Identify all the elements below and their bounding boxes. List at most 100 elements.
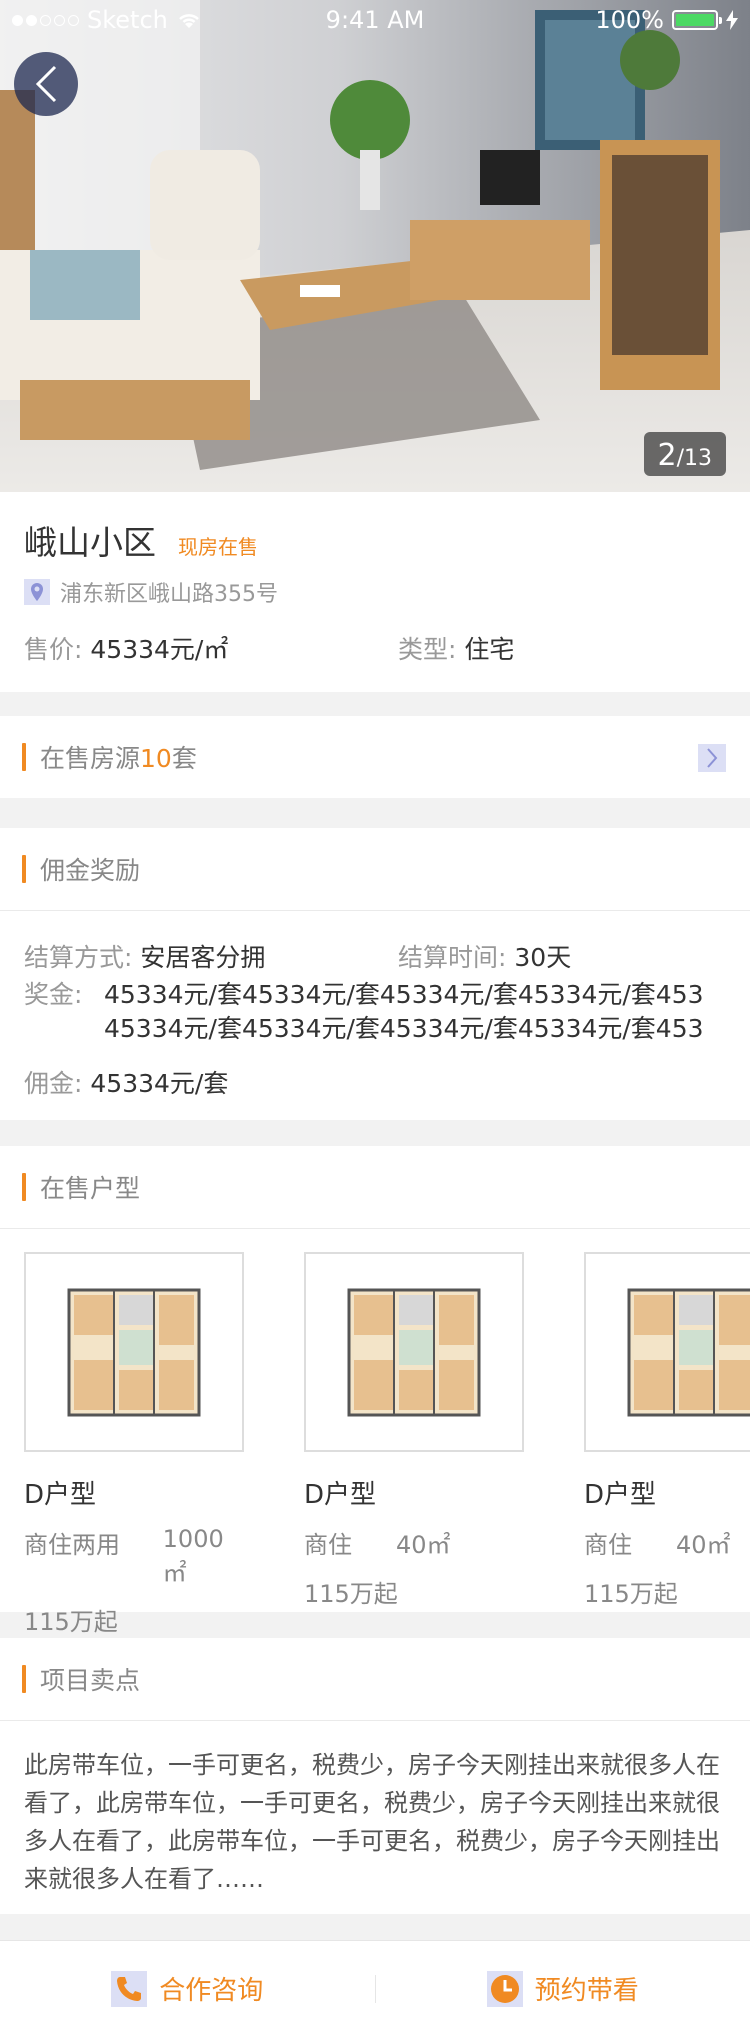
settle-time-value: 30天 [514,943,572,972]
settle-time-row: 结算时间: 30天 [398,938,571,974]
property-name: 峨山小区 [24,523,156,562]
property-address: 浦东新区峨山路355号 [60,582,278,607]
units-title: 在售户型 [40,1174,141,1203]
status-bar: Sketch 9:41 AM 100% [0,0,750,40]
bottom-action-bar: 合作咨询 预约带看 [0,1940,750,2036]
clock-icon [486,1970,523,2007]
carrier-name: Sketch [87,6,168,34]
settle-method-label: 结算方式: [24,943,133,972]
unit-area: 40㎡ [396,1531,451,1559]
living-room-photo [0,0,750,492]
price-value: 45334元/㎡ [90,635,229,664]
divider [0,1228,750,1229]
type-value: 住宅 [464,635,515,664]
bonus-line-2: 45334元/套45334元/套45334元/套45334元/套453 [104,1014,704,1043]
fee-row: 佣金: 45334元/套 [24,1064,228,1100]
appointment-label: 预约带看 [534,1976,639,2006]
unit-name: D户型 [304,1480,377,1510]
chevron-right-icon [707,748,718,768]
unit-area: 1000㎡ [162,1525,224,1587]
unit-price: 115万起 [584,1580,678,1608]
consult-label: 合作咨询 [159,1976,264,2006]
consult-button[interactable]: 合作咨询 [0,1970,375,2007]
price-label: 售价: [24,635,83,664]
unit-details: 商住两用 1000㎡ [24,1525,244,1588]
accent-bar [22,855,26,883]
floorplan-drawing [67,1288,201,1416]
onsale-header: 在售房源10套 [0,716,750,798]
type-label: 类型: [398,635,457,664]
divider [0,1720,750,1721]
address-row[interactable]: 浦东新区峨山路355号 [24,576,278,608]
settle-method-value: 安居客分拥 [140,943,266,972]
unit-price: 115万起 [24,1608,118,1636]
unit-card[interactable]: D户型 商住 40㎡ 115万起 [304,1252,524,1609]
status-left: Sketch [12,6,202,34]
bonus-row: 奖金: 45334元/套45334元/套45334元/套45334元/套453 … [24,978,750,1046]
unit-name: D户型 [24,1480,97,1510]
onsale-prefix: 在售房源 [40,744,141,773]
image-counter-total: /13 [676,446,712,471]
floorplan-drawing [347,1288,481,1416]
unit-details: 商住 40㎡ [304,1525,524,1560]
selling-points-title: 项目卖点 [40,1666,141,1695]
back-button[interactable] [14,52,78,116]
commission-title: 佣金奖励 [40,856,141,885]
commission-section: 佣金奖励 结算方式: 安居客分拥 结算时间: 30天 奖金: 45334元/套4… [0,828,750,1120]
floorplan-image [304,1252,524,1452]
bonus-line-1: 45334元/套45334元/套45334元/套45334元/套453 [104,980,704,1009]
hero-image[interactable] [0,0,750,492]
price-row: 售价: 45334元/㎡ [24,630,228,666]
onsale-arrow-button[interactable] [698,744,726,772]
unit-card[interactable]: D户型 商住两用 1000㎡ 115万起 [24,1252,244,1637]
settle-method-row: 结算方式: 安居客分拥 [24,938,265,974]
divider [0,910,750,911]
fee-label: 佣金: [24,1069,83,1098]
units-header: 在售户型 [0,1146,750,1228]
appointment-button[interactable]: 预约带看 [376,1970,750,2007]
sale-status-badge: 现房在售 [178,535,258,559]
unit-details: 商住 40㎡ [584,1525,750,1560]
status-right: 100% [595,6,738,34]
onsale-count: 10 [140,744,172,773]
battery-percent: 100% [595,6,664,34]
accent-bar [22,743,26,771]
onsale-title: 在售房源10套 [40,739,197,775]
property-detail-page: Sketch 9:41 AM 100% 2 /13 峨山小区 现房在售 浦东新区… [0,0,750,2036]
selling-points-section: 项目卖点 此房带车位，一手可更名，税费少，房子今天刚挂出来就很多人在看了，此房带… [0,1638,750,1914]
type-row: 类型: 住宅 [398,630,514,666]
fee-value: 45334元/套 [90,1069,229,1098]
charging-icon [726,10,738,30]
battery-icon [672,10,722,30]
unit-usage: 商住 [584,1531,632,1559]
settle-time-label: 结算时间: [398,943,507,972]
commission-header: 佣金奖励 [0,828,750,910]
floorplan-image [24,1252,244,1452]
phone-icon [111,1970,148,2007]
location-pin-icon [24,579,50,605]
property-info: 峨山小区 现房在售 浦东新区峨山路355号 售价: 45334元/㎡ 类型: 住… [0,492,750,692]
bonus-values: 45334元/套45334元/套45334元/套45334元/套453 4533… [104,978,750,1046]
unit-usage: 商住 [304,1531,352,1559]
chevron-left-icon [35,65,57,103]
floorplan-drawing [627,1288,750,1416]
onsale-suffix: 套 [171,744,197,773]
selling-points-text: 此房带车位，一手可更名，税费少，房子今天刚挂出来就很多人在看了，此房带车位，一手… [24,1751,720,1893]
title-row: 峨山小区 现房在售 [24,516,258,564]
image-counter-current: 2 [657,438,677,473]
unit-name: D户型 [584,1480,657,1510]
image-counter: 2 /13 [643,432,726,476]
selling-points-header: 项目卖点 [0,1638,750,1720]
floorplan-image [584,1252,750,1452]
accent-bar [22,1665,26,1693]
units-section: 在售户型 D户型 商住两用 1000㎡ 115万起 D户型 商住 40㎡ 115… [0,1146,750,1636]
unit-area: 40㎡ [676,1531,731,1559]
wifi-icon [178,14,199,28]
signal-icon [12,14,79,26]
unit-price: 115万起 [304,1580,398,1608]
unit-usage: 商住两用 [24,1531,120,1559]
bonus-label: 奖金: [24,980,83,1009]
unit-card[interactable]: D户型 商住 40㎡ 115万起 [584,1252,750,1609]
accent-bar [22,1173,26,1201]
onsale-listings-row[interactable]: 在售房源10套 [0,716,750,798]
